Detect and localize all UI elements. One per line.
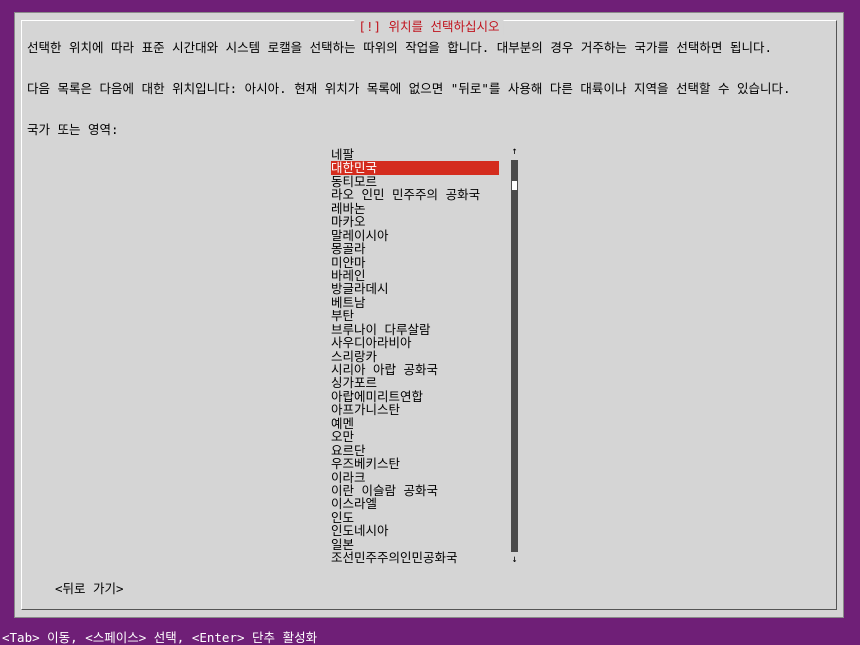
list-item[interactable]: 우즈베키스탄 <box>331 457 499 471</box>
list-item[interactable]: 스리랑카 <box>331 349 499 363</box>
scroll-up-arrow-icon[interactable]: ↑ <box>509 146 520 158</box>
list-item[interactable]: 일본 <box>331 537 499 551</box>
list-item[interactable]: 요르단 <box>331 443 499 457</box>
status-bar-help: <Tab> 이동, <스페이스> 선택, <Enter> 단추 활성화 <box>2 630 318 645</box>
country-prompt: 국가 또는 영역: <box>27 122 119 137</box>
list-item[interactable]: 오만 <box>331 430 499 444</box>
list-item[interactable]: 이스라엘 <box>331 497 499 511</box>
list-item[interactable]: 조선민주주의인민공화국 <box>331 551 499 565</box>
list-item[interactable]: 바레인 <box>331 268 499 282</box>
list-item-selected[interactable]: 대한민국 <box>331 161 499 175</box>
scroll-thumb[interactable] <box>512 181 517 190</box>
list-item[interactable]: 말레이시아 <box>331 228 499 242</box>
list-item[interactable]: 몽골라 <box>331 242 499 256</box>
list-item[interactable]: 인도 <box>331 510 499 524</box>
installer-dialog: [!] 위치를 선택하십시오 선택한 위치에 따라 표준 시간대와 시스템 로캘… <box>14 12 844 618</box>
list-item[interactable]: 베트남 <box>331 295 499 309</box>
list-item[interactable]: 레바논 <box>331 201 499 215</box>
list-item[interactable]: 아프가니스탄 <box>331 403 499 417</box>
description-paragraph-1: 선택한 위치에 따라 표준 시간대와 시스템 로캘을 선택하는 따위의 작업을 … <box>27 40 772 55</box>
country-list[interactable]: 네팔 대한민국 동티모르 라오 인민 민주주의 공화국 레바논 마카오 말레이시아 몽골라 미얀… <box>331 148 499 565</box>
description-paragraph-2: 다음 목록은 다음에 대한 위치입니다: 아시아. 현재 위치가 목록에 없으면… <box>27 81 791 96</box>
back-button[interactable]: <뒤로 가기> <box>55 578 124 597</box>
list-item[interactable]: 시리아 아랍 공화국 <box>331 363 499 377</box>
list-item[interactable]: 인도네시아 <box>331 524 499 538</box>
list-item[interactable]: 부탄 <box>331 309 499 323</box>
list-scrollbar[interactable]: ↑ ↓ <box>509 146 520 565</box>
list-item[interactable]: 네팔 <box>331 148 499 162</box>
list-item[interactable]: 싱가포르 <box>331 376 499 390</box>
list-item[interactable]: 마카오 <box>331 215 499 229</box>
list-item[interactable]: 예멘 <box>331 416 499 430</box>
list-item[interactable]: 이란 이슬람 공화국 <box>331 483 499 497</box>
list-item[interactable]: 동티모르 <box>331 174 499 188</box>
list-item[interactable]: 브루나이 다루살람 <box>331 322 499 336</box>
list-item[interactable]: 사우디아라비아 <box>331 336 499 350</box>
list-item[interactable]: 미얀마 <box>331 255 499 269</box>
dialog-title: [!] 위치를 선택하십시오 <box>354 19 504 35</box>
list-item[interactable]: 라오 인민 민주주의 공화국 <box>331 188 499 202</box>
list-item[interactable]: 아랍에미리트연합 <box>331 389 499 403</box>
scroll-track[interactable] <box>511 160 518 552</box>
list-item[interactable]: 이라크 <box>331 470 499 484</box>
scroll-down-arrow-icon[interactable]: ↓ <box>509 554 520 566</box>
list-item[interactable]: 방글라데시 <box>331 282 499 296</box>
